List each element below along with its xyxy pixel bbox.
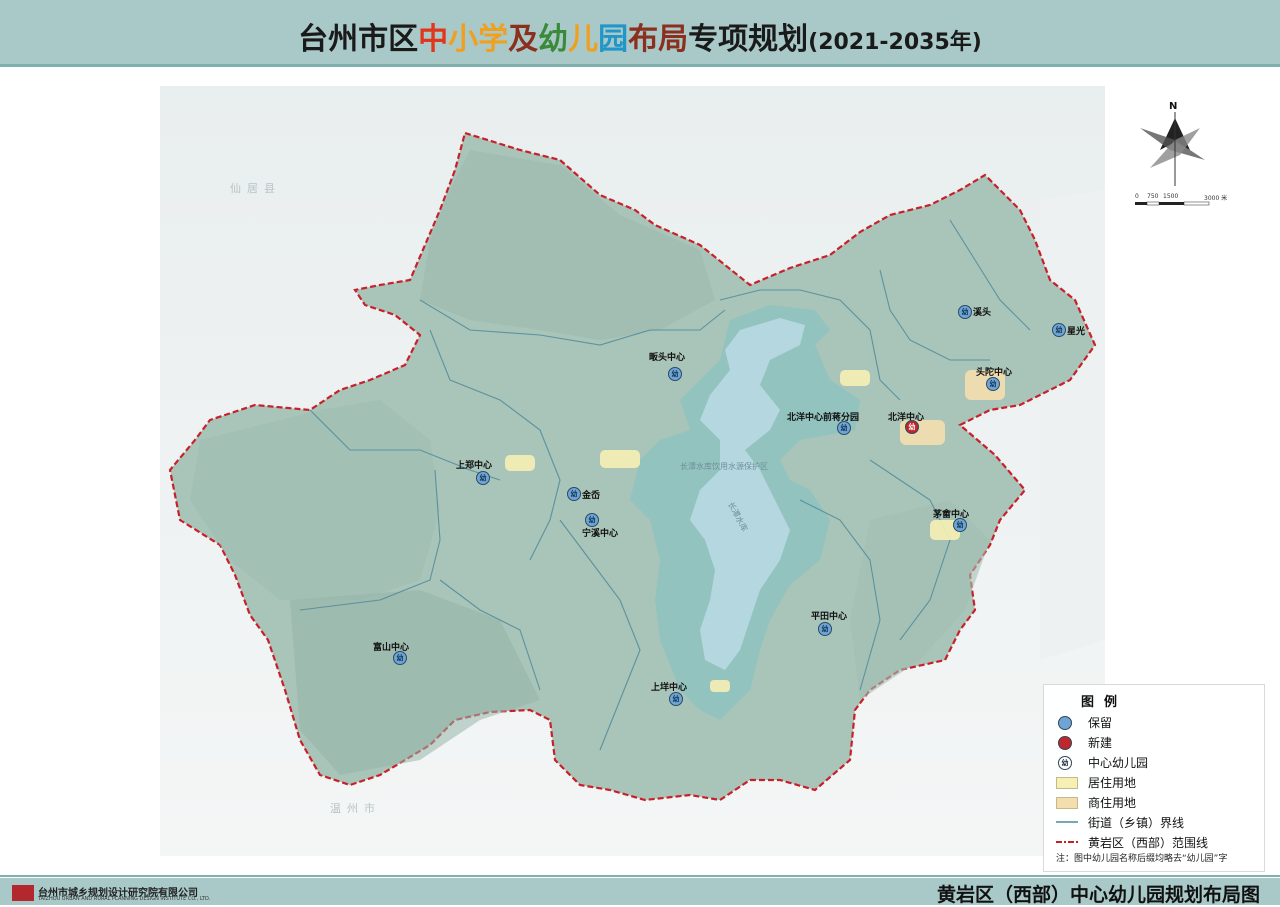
place-label-pingtian: 平田中心	[811, 612, 848, 622]
legend-center-kg-label: 中心幼儿园	[1088, 755, 1149, 770]
kindergarten-glyph: 幼	[1055, 326, 1063, 334]
place-label-ningxi: 宁溪中心	[582, 529, 619, 539]
kindergarten-marker-shangyang[interactable]: 幼	[669, 692, 683, 706]
scale-seg-1	[1135, 202, 1147, 205]
landuse-qianjiang	[840, 370, 870, 386]
landuse-ningxi	[600, 450, 640, 468]
label-wenzhou: 温州市	[330, 802, 381, 815]
place-label-beiyang-qianjiang: 北洋中心前蒋分园	[787, 413, 860, 423]
kindergarten-marker-beiyang[interactable]: 幼	[905, 420, 919, 434]
legend-street-boundary-label: 街道（乡镇）界线	[1088, 815, 1185, 830]
landuse-shangyang	[710, 680, 730, 692]
kindergarten-glyph: 幼	[672, 695, 680, 703]
legend-new-dot	[1058, 736, 1072, 750]
kindergarten-marker-shangzheng[interactable]: 幼	[476, 471, 490, 485]
kindergarten-marker-ningxi[interactable]: 幼	[585, 513, 599, 527]
legend-new-label: 新建	[1088, 735, 1113, 750]
legend-panel: 图例 保留 新建 幼 中心幼儿园 居住用地 商住用地 街道（乡镇）界线 黄岩区（…	[1043, 684, 1265, 872]
kindergarten-marker-bantou[interactable]: 幼	[668, 367, 682, 381]
legend-row-commercial: 商住用地	[1056, 793, 1136, 811]
legend-keep-label: 保留	[1088, 715, 1113, 730]
landuse-shangzheng	[505, 455, 535, 471]
kindergarten-glyph: 幼	[671, 370, 679, 378]
kindergarten-marker-fushan[interactable]: 幼	[393, 651, 407, 665]
scale-label-3000: 3000 米	[1204, 195, 1228, 202]
legend-row-keep: 保留	[1056, 713, 1112, 731]
legend-keep-dot	[1058, 716, 1072, 730]
legend-residential-swatch	[1056, 777, 1078, 789]
legend-note: 注：图中幼儿园名称后缀均略去“幼儿园”字	[1056, 854, 1228, 864]
legend-title: 图例	[1080, 695, 1127, 710]
legend-row-center-kg: 幼 中心幼儿园	[1056, 753, 1148, 771]
kindergarten-marker-xitou[interactable]: 幼	[958, 305, 972, 319]
kindergarten-glyph: 幼	[961, 308, 969, 316]
kindergarten-marker-pingtian[interactable]: 幼	[818, 622, 832, 636]
scale-seg-3	[1159, 202, 1184, 205]
kindergarten-marker-maoshe[interactable]: 幼	[953, 518, 967, 532]
legend-district-boundary-symbol	[1056, 835, 1078, 849]
legend-street-boundary-symbol	[1056, 815, 1078, 829]
label-reservoir-zone: 长潭水库饮用水源保护区	[680, 462, 768, 471]
scale-seg-2	[1146, 201, 1160, 206]
legend-center-kg-symbol: 幼	[1056, 755, 1078, 770]
kindergarten-glyph: 幼	[588, 516, 596, 524]
place-label-xitou: 溪头	[973, 308, 992, 318]
kindergarten-marker-xingguang[interactable]: 幼	[1052, 323, 1066, 337]
kindergarten-marker-toutuo[interactable]: 幼	[986, 377, 1000, 391]
legend-kg-icon: 幼	[1058, 756, 1072, 770]
kindergarten-glyph: 幼	[956, 521, 964, 529]
north-arrow	[1140, 112, 1205, 186]
place-label-jinqi: 金岙	[582, 491, 601, 501]
scale-label-1500: 1500	[1163, 193, 1179, 200]
kindergarten-marker-beiyang-qianjiang[interactable]: 幼	[837, 421, 851, 435]
place-label-bantou: 畈头中心	[649, 353, 686, 363]
footer-divider	[0, 875, 1280, 877]
kindergarten-glyph: 幼	[570, 490, 578, 498]
scale-label-750: 750	[1147, 193, 1159, 200]
scale-seg-4	[1183, 201, 1210, 206]
place-label-toutuo: 头陀中心	[976, 368, 1013, 378]
place-label-shangzheng: 上郑中心	[456, 461, 493, 471]
kindergarten-glyph: 幼	[821, 625, 829, 633]
kindergarten-marker-jinqi[interactable]: 幼	[567, 487, 581, 501]
kindergarten-glyph: 幼	[908, 423, 916, 431]
legend-residential-symbol	[1056, 775, 1078, 789]
place-label-shangyang: 上垟中心	[651, 683, 688, 693]
legend-district-line	[1056, 841, 1078, 843]
kindergarten-glyph: 幼	[989, 380, 997, 388]
legend-row-district-boundary: 黄岩区（西部）范围线	[1056, 833, 1208, 851]
label-xianju: 仙居县	[230, 182, 281, 195]
north-label: N	[1169, 101, 1178, 112]
place-label-xingguang: 星光	[1067, 327, 1086, 337]
legend-commercial-label: 商住用地	[1088, 795, 1137, 810]
place-label-beiyang: 北洋中心	[888, 413, 925, 423]
basemap-east	[1040, 190, 1105, 660]
legend-commercial-symbol	[1056, 795, 1078, 809]
kindergarten-glyph: 幼	[840, 424, 848, 432]
legend-new-symbol	[1056, 735, 1078, 750]
kindergarten-glyph: 幼	[479, 474, 487, 482]
map-title: 黄岩区（西部）中心幼儿园规划布局图	[936, 884, 1260, 906]
org-name-en: TAIZHOU URBAN AND RURAL PLANNING DESIGN …	[38, 896, 211, 902]
legend-row-residential: 居住用地	[1056, 773, 1136, 791]
legend-street-line	[1056, 821, 1078, 823]
legend-commercial-swatch	[1056, 797, 1078, 809]
legend-row-new: 新建	[1056, 733, 1112, 751]
legend-keep-symbol	[1056, 715, 1078, 730]
legend-residential-label: 居住用地	[1088, 775, 1137, 790]
org-logo	[12, 885, 34, 901]
scale-bar	[1135, 201, 1210, 206]
kindergarten-glyph: 幼	[396, 654, 404, 662]
legend-row-street-boundary: 街道（乡镇）界线	[1056, 813, 1184, 831]
legend-district-boundary-label: 黄岩区（西部）范围线	[1088, 835, 1209, 850]
scale-label-0: 0	[1135, 193, 1139, 200]
